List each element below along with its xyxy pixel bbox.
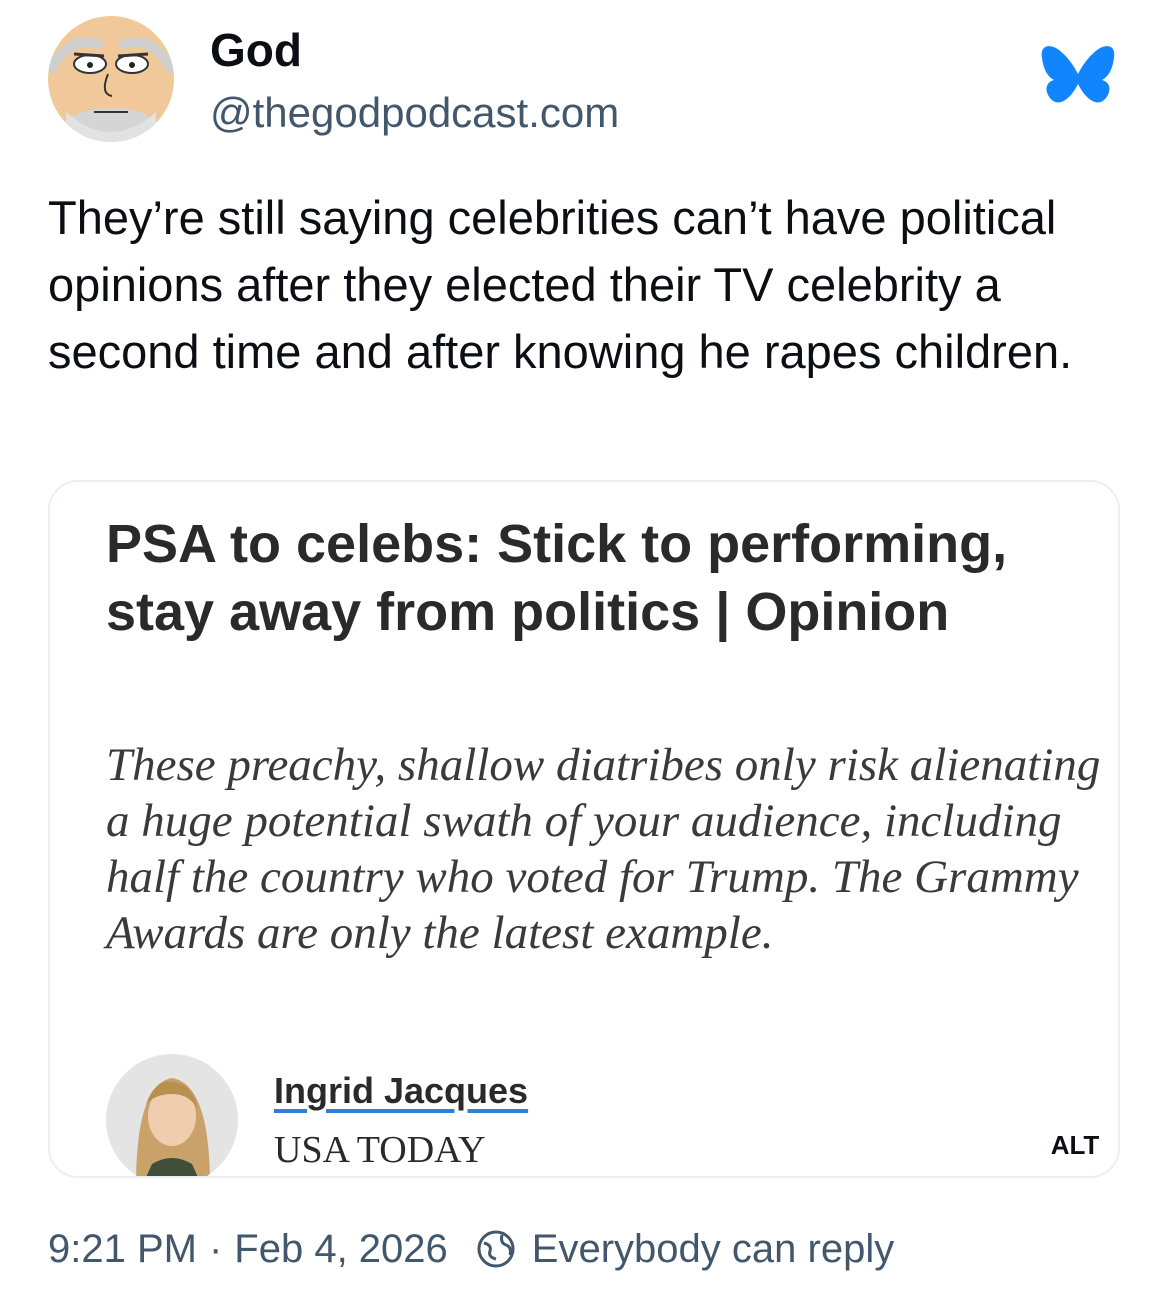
- post-text: They’re still saying celebrities can’t h…: [48, 191, 1073, 378]
- embedded-image-card[interactable]: PSA to celebs: Stick to performing, stay…: [48, 480, 1120, 1178]
- bluesky-butterfly-icon: [1040, 44, 1116, 112]
- author-display-name[interactable]: God: [210, 24, 302, 76]
- author-handle[interactable]: @thegodpodcast.com: [210, 88, 619, 138]
- article-subhead: These preachy, shallow diatribes only ri…: [106, 739, 1101, 959]
- article-author-photo: [106, 1054, 238, 1176]
- article-author-name: Ingrid Jacques: [274, 1070, 529, 1111]
- post-meta: 9:21 PM · Feb 4, 2026 Everybody can repl…: [48, 1222, 894, 1276]
- alt-text-button[interactable]: ALT: [1040, 1122, 1110, 1168]
- reply-setting[interactable]: Everybody can reply: [532, 1227, 894, 1272]
- author-avatar[interactable]: [48, 16, 174, 142]
- globe-reply-icon: [476, 1229, 516, 1269]
- post-header: God @thegodpodcast.com: [0, 0, 1170, 160]
- post-time[interactable]: 9:21 PM: [48, 1227, 197, 1272]
- cartoon-face-avatar-icon: [48, 16, 174, 142]
- article-headline: PSA to celebs: Stick to performing, stay…: [106, 514, 1008, 642]
- meta-separator: ·: [208, 1226, 223, 1271]
- post-date[interactable]: Feb 4, 2026: [234, 1227, 448, 1272]
- article-outlet: USA TODAY: [274, 1129, 486, 1171]
